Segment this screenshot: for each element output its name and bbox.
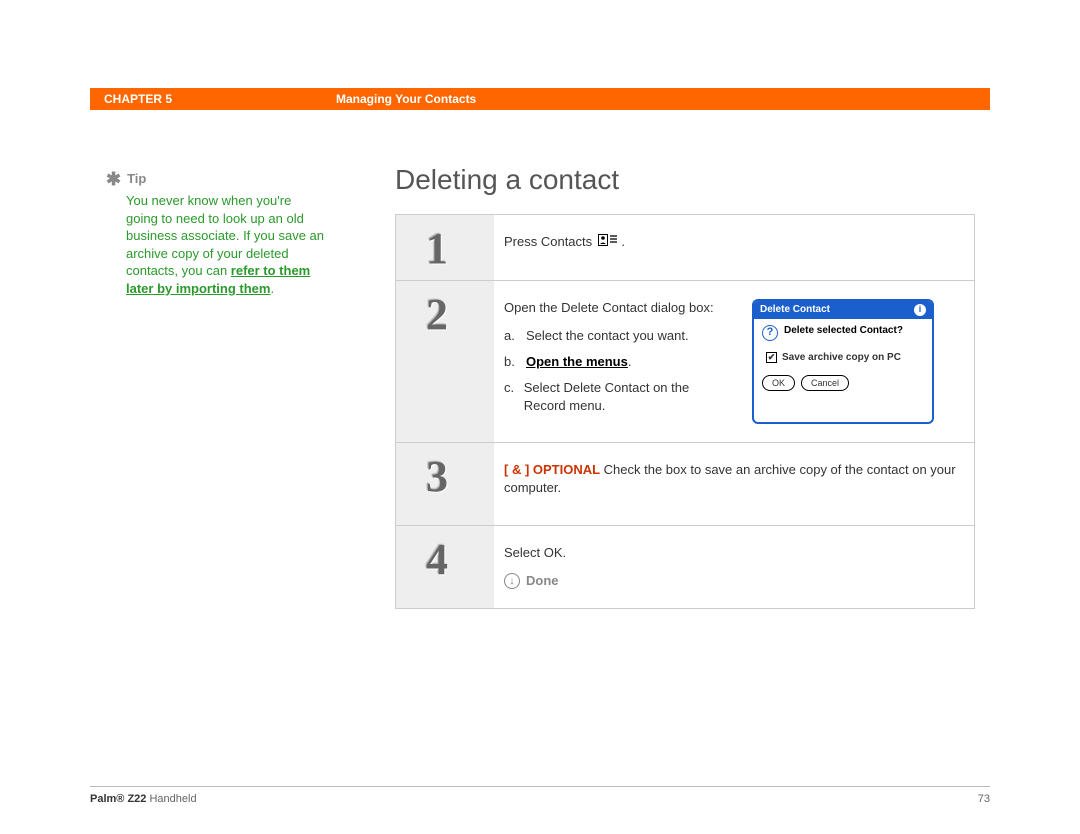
- delete-contact-dialog-illustration: Delete Contact i ? Delete selected Conta…: [752, 299, 934, 424]
- asterisk-icon: ✱: [106, 170, 121, 188]
- step2-b-letter: b.: [504, 353, 518, 371]
- step-body-1: Press Contacts .: [494, 215, 974, 280]
- step2-c: c. Select Delete Contact on the Record m…: [504, 379, 734, 415]
- tip-sidebar: ✱ Tip You never know when you're going t…: [106, 170, 326, 297]
- step-number-4: 4: [396, 526, 494, 608]
- contacts-icon: [598, 233, 618, 251]
- page-footer: Palm® Z22 Handheld 73: [90, 786, 990, 805]
- dialog-titlebar: Delete Contact i: [754, 301, 932, 319]
- question-icon: ?: [762, 325, 778, 341]
- chapter-number-label: CHAPTER 5: [90, 92, 336, 106]
- checkbox-icon: ✔: [766, 352, 777, 363]
- step2-a-letter: a.: [504, 327, 518, 345]
- tip-text-after: .: [270, 281, 274, 296]
- dialog-ok-button: OK: [762, 375, 795, 392]
- tip-label: Tip: [127, 170, 146, 188]
- main-content: Deleting a contact 1 Press Contacts: [395, 164, 975, 609]
- step2-c-letter: c.: [504, 379, 516, 415]
- step-body-3: [ & ] OPTIONAL Check the box to save an …: [494, 443, 974, 525]
- done-label: Done: [526, 572, 559, 590]
- product-name: Palm® Z22 Handheld: [90, 793, 197, 805]
- step-body-4: Select OK. ↓ Done: [494, 526, 974, 608]
- step-row-3: 3 [ & ] OPTIONAL Check the box to save a…: [396, 443, 974, 526]
- step-number-1: 1: [396, 215, 494, 280]
- tip-body: You never know when you're going to need…: [106, 192, 326, 297]
- step2-b: b. Open the menus.: [504, 353, 734, 371]
- optional-tag: [ & ] OPTIONAL: [504, 462, 600, 477]
- done-row: ↓ Done: [504, 572, 958, 590]
- dialog-check-label: Save archive copy on PC: [782, 351, 901, 365]
- dialog-title: Delete Contact: [760, 303, 830, 317]
- down-arrow-icon: ↓: [504, 573, 520, 589]
- dialog-message: Delete selected Contact?: [784, 325, 903, 337]
- step2-a: a. Select the contact you want.: [504, 327, 734, 345]
- open-menus-link[interactable]: Open the menus: [526, 354, 628, 369]
- step1-after: .: [621, 234, 625, 249]
- step-body-2: Open the Delete Contact dialog box: a. S…: [494, 281, 974, 442]
- step2-a-text: Select the contact you want.: [526, 327, 689, 345]
- step-row-2: 2 Open the Delete Contact dialog box: a.…: [396, 281, 974, 443]
- dialog-cancel-button: Cancel: [801, 375, 849, 392]
- step-row-1: 1 Press Contacts .: [396, 215, 974, 281]
- product-model: Z22: [124, 793, 146, 805]
- steps-table: 1 Press Contacts .: [395, 214, 975, 609]
- step-number-3: 3: [396, 443, 494, 525]
- page-number: 73: [978, 793, 990, 805]
- tip-heading: ✱ Tip: [106, 170, 326, 188]
- chapter-title: Managing Your Contacts: [336, 92, 476, 106]
- step2-c-text: Select Delete Contact on the Record menu…: [524, 379, 734, 415]
- product-type: Handheld: [146, 793, 196, 805]
- info-icon: i: [914, 304, 926, 316]
- dialog-message-row: ? Delete selected Contact?: [762, 325, 924, 341]
- chapter-header-bar: CHAPTER 5 Managing Your Contacts: [90, 88, 990, 110]
- dialog-checkbox-row: ✔ Save archive copy on PC: [762, 351, 924, 365]
- step2-b-after: .: [628, 354, 632, 369]
- step4-text: Select OK.: [504, 544, 958, 562]
- step-row-4: 4 Select OK. ↓ Done: [396, 526, 974, 608]
- step1-text: Press Contacts: [504, 234, 596, 249]
- product-brand: Palm®: [90, 793, 124, 805]
- step2-intro: Open the Delete Contact dialog box:: [504, 299, 734, 317]
- step-number-2: 2: [396, 281, 494, 442]
- page-title: Deleting a contact: [395, 164, 975, 196]
